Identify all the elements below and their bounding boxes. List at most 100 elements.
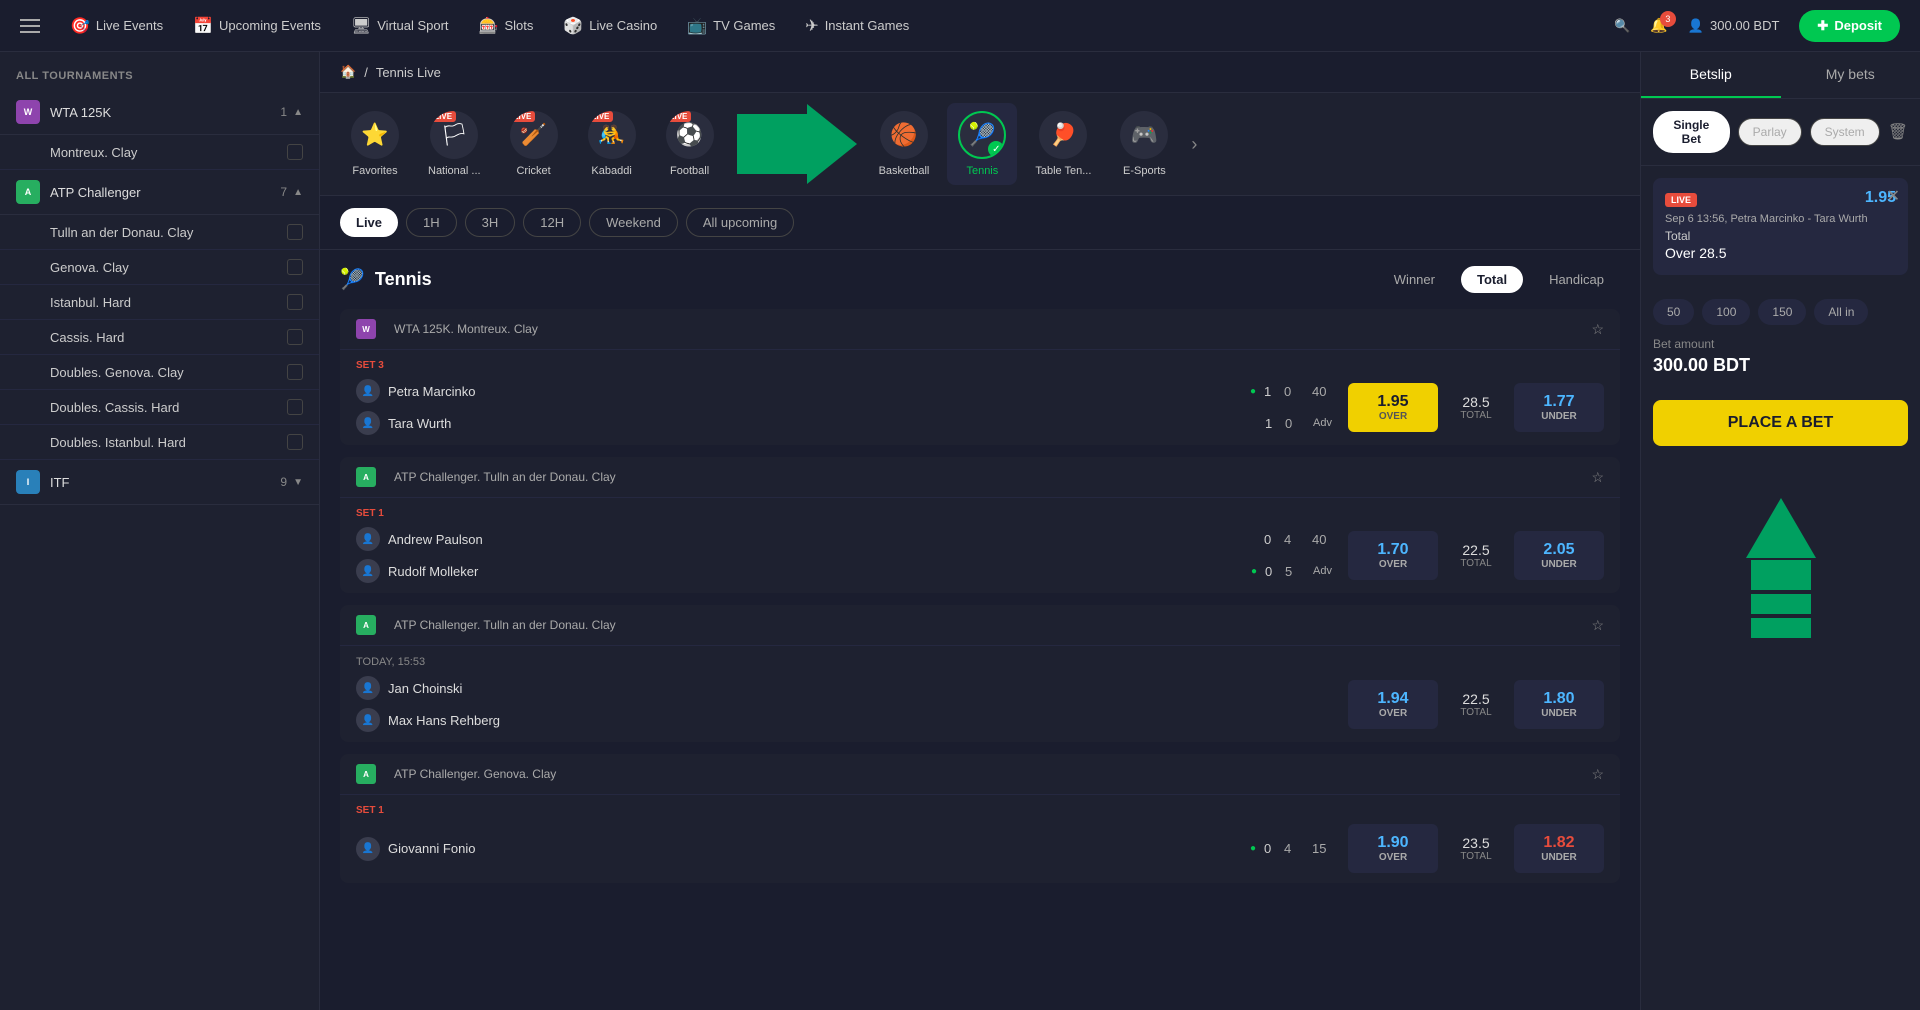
time-filter-all[interactable]: All upcoming (686, 208, 794, 237)
tournament-wta125k[interactable]: W WTA 125K 1 ▲ (0, 90, 319, 135)
tournament-itf[interactable]: I ITF 9 ▼ (0, 460, 319, 505)
favorite-star-3[interactable]: ☆ (1591, 617, 1604, 634)
tournament-atp-challenger[interactable]: A ATP Challenger 7 ▲ (0, 170, 319, 215)
cat-kabaddi[interactable]: 🤼 LIVE Kabaddi (577, 103, 647, 185)
home-icon[interactable]: 🏠 (340, 64, 356, 80)
betslip-tab-mybets[interactable]: My bets (1781, 52, 1920, 98)
close-bet-button[interactable]: ✕ (1887, 186, 1900, 206)
tournament-checkbox[interactable] (287, 294, 303, 310)
nav-slots[interactable]: 🎰 Slots (479, 16, 534, 36)
national-icon: 🏳 LIVE (430, 111, 478, 159)
cat-esports[interactable]: 🎮 E-Sports (1109, 103, 1179, 185)
main-content: 🏠 / Tennis Live ⭐ Favorites 🏳 LIVE Natio… (320, 52, 1640, 1010)
time-filter-1h[interactable]: 1H (406, 208, 457, 237)
sub-doubles-cassis[interactable]: Doubles. Cassis. Hard (0, 390, 319, 425)
notification-count: 3 (1660, 11, 1676, 27)
cat-cricket[interactable]: 🏏 LIVE Cricket (499, 103, 569, 185)
sub-doubles-istanbul[interactable]: Doubles. Istanbul. Hard (0, 425, 319, 460)
nav-instant-games[interactable]: ✈ Instant Games (805, 16, 909, 36)
quick-amt-50[interactable]: 50 (1653, 299, 1694, 325)
search-button[interactable]: 🔍 (1614, 18, 1630, 34)
scroll-right-button[interactable]: › (1191, 134, 1197, 155)
sub-istanbul[interactable]: Istanbul. Hard (0, 285, 319, 320)
favorite-star-2[interactable]: ☆ (1591, 469, 1604, 486)
cat-basketball[interactable]: 🏀 Basketball (869, 103, 940, 185)
bet-type-single[interactable]: Single Bet (1653, 111, 1730, 153)
quick-amt-100[interactable]: 100 (1702, 299, 1750, 325)
cat-tennis[interactable]: 🎾 ✓ Tennis (947, 103, 1017, 185)
bet-type-parlay[interactable]: Parlay (1738, 118, 1802, 146)
quick-amt-150[interactable]: 150 (1758, 299, 1806, 325)
notification-button[interactable]: 🔔 3 (1650, 17, 1667, 34)
time-filter-3h[interactable]: 3H (465, 208, 516, 237)
sub-doubles-genova[interactable]: Doubles. Genova. Clay (0, 355, 319, 390)
clear-bets-button[interactable]: 🗑 (1888, 122, 1908, 142)
odd-under-4[interactable]: 1.82 UNDER (1514, 824, 1604, 873)
player-tara-avatar: 👤 (356, 411, 380, 435)
sport-categories-wrapper: ⭐ Favorites 🏳 LIVE National ... 🏏 LIVE C (320, 93, 1640, 196)
cat-tabletennis[interactable]: 🏓 Table Ten... (1025, 103, 1101, 185)
odd-over-2[interactable]: 1.70 OVER (1348, 531, 1438, 580)
match2-tournament-icon: A (356, 467, 376, 487)
sub-tulln[interactable]: Tulln an der Donau. Clay (0, 215, 319, 250)
cat-football[interactable]: ⚽ LIVE Football (655, 103, 725, 185)
tournament-checkbox[interactable] (287, 399, 303, 415)
player-andrew-avatar: 👤 (356, 527, 380, 551)
nav-live-casino[interactable]: 🎲 Live Casino (563, 16, 657, 36)
football-icon: ⚽ LIVE (666, 111, 714, 159)
odd-over-1[interactable]: 1.95 OVER (1348, 383, 1438, 432)
time-filter-weekend[interactable]: Weekend (589, 208, 678, 237)
match-card-1: W WTA 125K. Montreux. Clay ☆ SET 3 👤 Pet… (340, 309, 1620, 445)
breadcrumb: 🏠 / Tennis Live (320, 52, 1640, 93)
quick-amt-allin[interactable]: All in (1814, 299, 1868, 325)
odd-under-1[interactable]: 1.77 UNDER (1514, 383, 1604, 432)
live-events-icon: 🎯 (70, 16, 90, 36)
tournament-checkbox[interactable] (287, 364, 303, 380)
tournament-checkbox[interactable] (287, 329, 303, 345)
favorite-star-1[interactable]: ☆ (1591, 321, 1604, 338)
tournament-checkbox[interactable] (287, 259, 303, 275)
tournament-checkbox[interactable] (287, 434, 303, 450)
cat-favorites[interactable]: ⭐ Favorites (340, 103, 410, 185)
sub-montreux-clay[interactable]: Montreux. Clay (0, 135, 319, 170)
tournament-checkbox[interactable] (287, 224, 303, 240)
nav-live-events[interactable]: 🎯 Live Events (70, 16, 163, 36)
time-filter-live[interactable]: Live (340, 208, 398, 237)
place-bet-button[interactable]: PLACE A BET (1653, 400, 1908, 446)
nav-tv-games[interactable]: 📺 TV Games (687, 16, 775, 36)
sidebar-header: ALL TOURNAMENTS (0, 62, 319, 90)
time-filter-12h[interactable]: 12H (523, 208, 581, 237)
col-winner[interactable]: Winner (1378, 266, 1451, 293)
player-max: 👤 Max Hans Rehberg (356, 708, 1332, 732)
user-account[interactable]: 👤 300.00 BDT (1688, 18, 1780, 34)
favorites-icon: ⭐ (351, 111, 399, 159)
tournament-checkbox[interactable] (287, 144, 303, 160)
section-header: 🎾 Tennis Winner Total Handicap (340, 266, 1620, 293)
odd-under-2[interactable]: 2.05 UNDER (1514, 531, 1604, 580)
bet-type-system[interactable]: System (1810, 118, 1880, 146)
serve-dot: ● (1251, 566, 1257, 577)
betslip-tab-betslip[interactable]: Betslip (1641, 52, 1781, 98)
menu-button[interactable] (20, 19, 40, 33)
match4-players: 👤 Giovanni Fonio ● 0 4 15 (356, 837, 1332, 861)
sub-genova[interactable]: Genova. Clay (0, 250, 319, 285)
nav-virtual-sport[interactable]: 🖥 Virtual Sport (351, 16, 449, 36)
odd-over-4[interactable]: 1.90 OVER (1348, 824, 1438, 873)
wta-icon: W (16, 100, 40, 124)
odd-under-3[interactable]: 1.80 UNDER (1514, 680, 1604, 729)
cat-national[interactable]: 🏳 LIVE National ... (418, 103, 491, 185)
match4-total: 23.5 TOTAL (1446, 835, 1506, 862)
match1-odds: 1.95 OVER 28.5 TOTAL 1.77 UNDER (1348, 383, 1604, 432)
col-total[interactable]: Total (1461, 266, 1523, 293)
arrow-head-up (1746, 498, 1816, 558)
col-handicap[interactable]: Handicap (1533, 266, 1620, 293)
sub-cassis[interactable]: Cassis. Hard (0, 320, 319, 355)
deposit-button[interactable]: ✚ Deposit (1799, 10, 1900, 42)
nav-upcoming-events[interactable]: 📅 Upcoming Events (193, 16, 321, 36)
odd-over-3[interactable]: 1.94 OVER (1348, 680, 1438, 729)
sport-categories: ⭐ Favorites 🏳 LIVE National ... 🏏 LIVE C (320, 93, 1640, 196)
favorite-star-4[interactable]: ☆ (1591, 766, 1604, 783)
chevron-up-icon: ▲ (293, 187, 303, 198)
betslip-panel: Betslip My bets Single Bet Parlay System… (1640, 52, 1920, 1010)
match3-tournament-icon: A (356, 615, 376, 635)
